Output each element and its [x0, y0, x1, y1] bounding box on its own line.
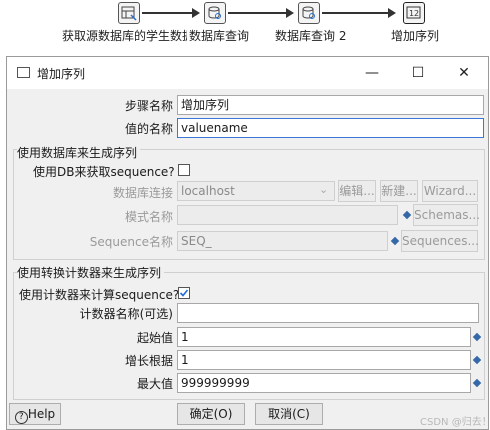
wizard-button[interactable]: Wizard...	[422, 180, 478, 202]
increment-label: 增长根据	[124, 354, 173, 368]
step-label-db-lookup-2: 数据库查询 2	[275, 29, 347, 43]
hop-arrow	[322, 8, 396, 18]
svg-text:2: 2	[414, 9, 419, 18]
add-sequence-dialog: 增加序列 — ☐ ✕ 步骤名称 增加序列 值的名称 valuename 使用数据…	[6, 56, 490, 430]
dialog-titlebar[interactable]: 增加序列 — ☐ ✕	[7, 57, 488, 89]
use-db-label: 使用DB来获取sequence?	[33, 165, 175, 179]
db-lookup-icon[interactable]	[204, 2, 226, 24]
db-lookup-icon[interactable]	[298, 2, 320, 24]
connection-select[interactable]: localhost	[177, 181, 335, 201]
counter-group-title: 使用转换计数器来生成序列	[17, 264, 165, 281]
use-db-checkbox[interactable]	[178, 164, 190, 176]
increment-input[interactable]: 1	[177, 350, 471, 370]
schema-label: 模式名称	[124, 210, 173, 224]
edit-connection-button[interactable]: 编辑...	[338, 180, 376, 202]
hop-arrow	[228, 8, 294, 18]
chevron-down-icon: ⌄	[319, 183, 329, 196]
use-counter-label: 使用计数器来计算sequence?	[19, 288, 180, 302]
dialog-title: 增加序列	[37, 67, 86, 81]
step-label-add-sequence: 增加序列	[391, 29, 440, 43]
table-input-icon[interactable]	[118, 2, 140, 24]
step-label-db-lookup: 数据库查询	[187, 27, 250, 44]
start-value-input[interactable]: 1	[177, 327, 471, 347]
connection-label: 数据库连接	[112, 186, 173, 200]
hop-arrow	[142, 8, 200, 18]
schema-input[interactable]	[177, 205, 398, 225]
step-name-label: 步骤名称	[124, 99, 173, 113]
minimize-button[interactable]: —	[349, 57, 395, 89]
counter-name-input[interactable]	[177, 303, 479, 323]
watermark: CSDN @归去！	[420, 417, 490, 428]
help-label: Help	[27, 407, 56, 421]
value-name-input[interactable]: valuename	[177, 118, 484, 138]
new-connection-button[interactable]: 新建...	[380, 180, 418, 202]
db-group-title: 使用数据库来生成序列	[17, 144, 141, 161]
ok-button[interactable]: 确定(O)	[177, 403, 245, 425]
sequence-name-input[interactable]: SEQ_	[177, 231, 388, 251]
help-icon: ?	[14, 411, 28, 424]
dialog-app-icon	[17, 67, 30, 78]
max-value-input[interactable]: 999999999	[177, 373, 471, 393]
cancel-button[interactable]: 取消(C)	[255, 403, 323, 425]
sequence-name-label: Sequence名称	[89, 235, 173, 249]
use-counter-checkbox[interactable]	[178, 287, 190, 299]
max-value-label: 最大值	[136, 377, 173, 391]
sequences-button[interactable]: Sequences...	[401, 230, 479, 252]
close-button[interactable]: ✕	[441, 57, 487, 89]
step-label-table-input: 获取源数据库的学生数据	[62, 29, 195, 43]
schemas-button[interactable]: Schemas...	[413, 204, 480, 226]
maximize-button[interactable]: ☐	[395, 57, 441, 89]
value-name-label: 值的名称	[124, 122, 173, 136]
help-button[interactable]: ? Help	[9, 403, 61, 425]
add-sequence-icon[interactable]: 12	[403, 2, 425, 24]
start-value-label: 起始值	[136, 331, 173, 345]
counter-name-label: 计数器名称(可选)	[79, 307, 173, 321]
step-name-input[interactable]: 增加序列	[177, 95, 484, 115]
